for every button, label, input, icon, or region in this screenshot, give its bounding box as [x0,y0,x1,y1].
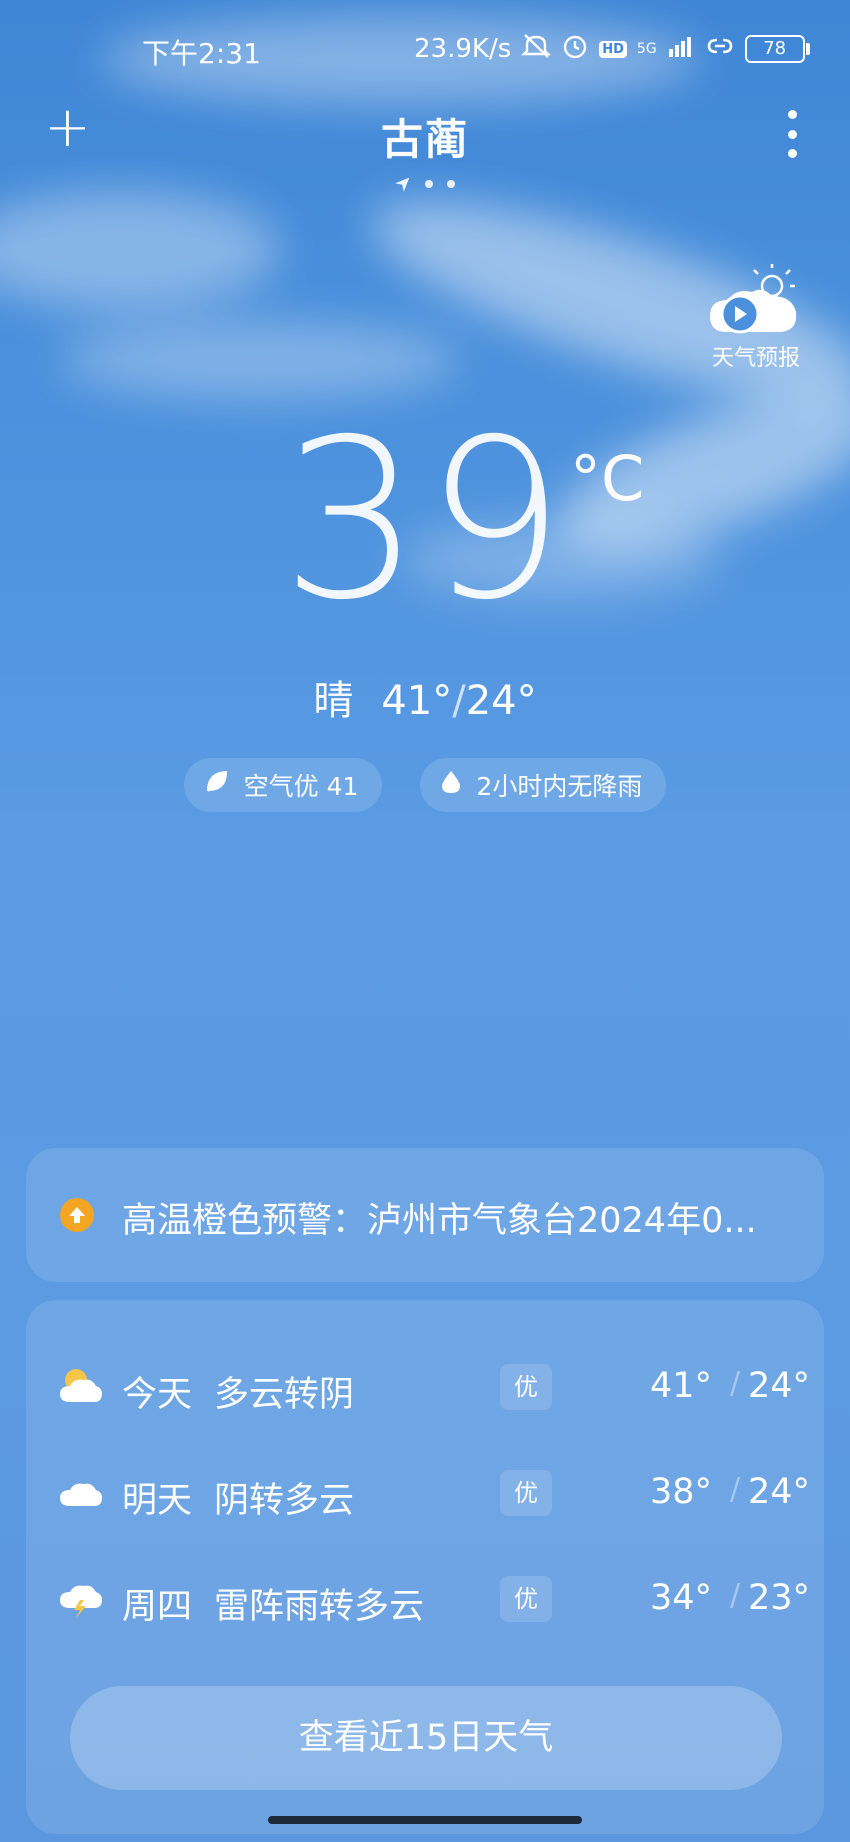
page-dot [447,180,455,188]
temp-separator: / [730,1472,741,1507]
network-type: 5G [636,41,657,57]
temperature-unit: °C [570,442,645,515]
temp-separator: / [730,1366,741,1401]
today-high: 41° [381,678,453,724]
thunderstorm-icon [58,1578,104,1618]
current-condition-row: 晴 41°/24° [0,668,850,726]
partly-cloudy-icon [58,1366,104,1406]
alarm-icon [561,32,589,66]
leaf-icon [204,769,230,801]
location-arrow-icon [390,171,415,196]
air-quality-label: 空气优 41 [243,772,359,801]
forecast-day: 周四 [122,1587,193,1627]
forecast-day: 今天 [122,1375,193,1415]
more-menu-button[interactable] [786,110,798,158]
today-low: 24° [465,678,537,724]
aqi-badge: 优 [500,1576,552,1622]
alert-text: 高温橙色预警：泸州市气象台2024年0... [122,1201,757,1241]
more-dot-icon [787,129,797,139]
cloudy-icon [58,1472,104,1512]
status-bar: 下午2:31 23.9K/s HD 5G 78 [0,28,850,70]
status-icons: 23.9K/s HD 5G 78 [414,32,810,66]
precipitation-chip[interactable]: 2小时内无降雨 [420,758,667,812]
water-drop-icon [440,769,462,801]
more-dot-icon [787,149,797,158]
current-condition: 晴 [313,678,354,724]
page-dot [425,180,433,188]
forecast-desc: 多云转阴 [214,1375,355,1415]
forecast-low: 24° [747,1366,810,1406]
forecast-day: 明天 [122,1481,193,1521]
forecast-row[interactable]: 明天 阴转多云 优 38° / 24° [26,1452,824,1532]
alert-up-arrow-icon [60,1198,94,1232]
forecast-high: 34° [649,1578,712,1618]
more-dot-icon [787,110,797,119]
weather-forecast-label: 天气预报 [711,346,800,371]
play-cloud-sun-icon [706,262,806,338]
view-15-day-forecast-button[interactable]: 查看近15日天气 [70,1686,782,1790]
forecast-high: 38° [649,1472,712,1512]
aqi-badge: 优 [500,1364,552,1410]
forecast-row[interactable]: 今天 多云转阴 优 41° / 24° [26,1346,824,1426]
city-pager[interactable] [0,174,850,194]
hd-badge: HD [599,40,627,58]
forecast-low: 23° [747,1578,810,1618]
weather-alert-card[interactable]: 高温橙色预警：泸州市气象台2024年0... [26,1148,824,1282]
weather-forecast-video-button[interactable]: 天气预报 [706,262,806,372]
home-indicator[interactable] [268,1816,582,1824]
mute-icon [521,33,552,65]
forecast-row[interactable]: 周四 雷阵雨转多云 优 34° / 23° [26,1558,824,1638]
info-chips: 空气优 41 2小时内无降雨 [0,758,850,812]
aqi-badge: 优 [500,1470,552,1516]
high-low-separator: / [452,678,466,724]
top-bar: + 古蔺 [0,100,850,170]
net-speed: 23.9K/s [414,34,512,64]
daily-forecast-card: 今天 多云转阴 优 41° / 24° 明天 阴转多云 优 38° / 24° … [26,1300,824,1834]
forecast-low: 24° [747,1472,810,1512]
precipitation-label: 2小时内无降雨 [476,772,643,801]
signal-icon [667,35,695,63]
status-time: 下午2:31 [142,37,261,70]
forecast-desc: 雷阵雨转多云 [214,1587,425,1627]
city-name: 古蔺 [380,115,469,164]
air-quality-chip[interactable]: 空气优 41 [183,758,383,812]
current-temperature: 39 [281,392,569,648]
temp-separator: / [730,1578,741,1613]
battery-icon: 78 [744,35,810,63]
link-icon [705,34,735,64]
forecast-desc: 阴转多云 [214,1481,355,1521]
forecast-high: 41° [649,1366,712,1406]
